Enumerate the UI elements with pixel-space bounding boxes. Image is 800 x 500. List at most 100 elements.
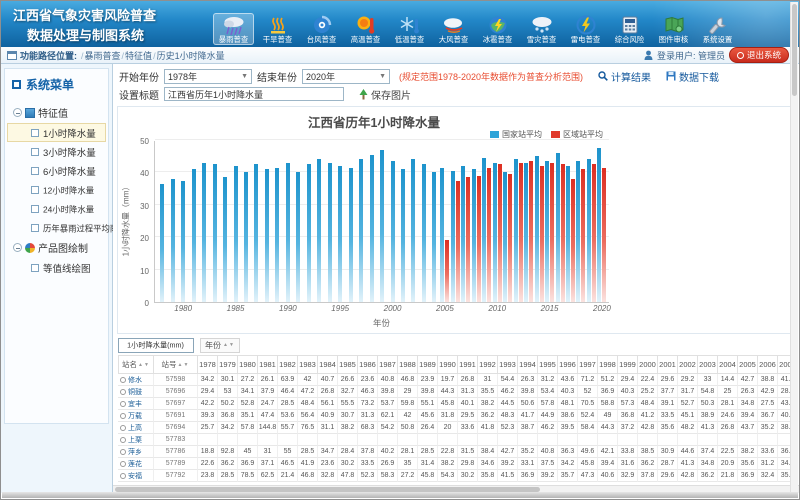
logout-button[interactable]: 退出系统	[729, 47, 789, 63]
table-cell: 23.8	[198, 470, 218, 482]
nav-item-snow[interactable]: 雪灾普查	[521, 13, 562, 45]
sidebar-item-0-0[interactable]: 1小时降水量	[7, 123, 106, 142]
nav-item-hail[interactable]: 冰雹普查	[477, 13, 518, 45]
bar-group	[534, 141, 544, 302]
calculate-button[interactable]: 计算结果	[598, 69, 651, 84]
table-cell: 38.9	[698, 410, 718, 422]
sidebar-item-0-1[interactable]: 3小时降水量	[7, 142, 106, 161]
year-header[interactable]: 2006	[758, 355, 778, 374]
table-row-station[interactable]: 萍乡	[118, 446, 154, 458]
bar-group	[209, 141, 219, 302]
station-id-header[interactable]: 站号▲▼	[154, 355, 198, 374]
expander-icon[interactable]	[13, 243, 22, 252]
nav-item-low-temp[interactable]: 低温普查	[389, 13, 430, 45]
table-row-station[interactable]: 铜鼓	[118, 386, 154, 398]
chart-title-input[interactable]	[164, 87, 344, 101]
nav-item-risk[interactable]: 综合风险	[609, 13, 650, 45]
page-v-scrollbar[interactable]	[790, 2, 798, 492]
radio-icon[interactable]	[120, 413, 126, 419]
table-row-station[interactable]: 修水	[118, 374, 154, 386]
table-row-station[interactable]: 万载	[118, 410, 154, 422]
year-header[interactable]: 1985	[338, 355, 358, 374]
nav-item-drought[interactable]: 干旱普查	[257, 13, 298, 45]
year-header[interactable]: 2000	[638, 355, 658, 374]
year-header[interactable]: 1995	[538, 355, 558, 374]
nav-item-high-temp[interactable]: 高温普查	[345, 13, 386, 45]
sidebar-item-0-2[interactable]: 6小时降水量	[7, 161, 106, 180]
table-cell: 54.8	[698, 386, 718, 398]
table-cell: 46.2	[498, 386, 518, 398]
year-header[interactable]: 1992	[478, 355, 498, 374]
sidebar-item-0-5[interactable]: 历年暴雨过程平均雨量	[7, 218, 106, 237]
year-header[interactable]: 2002	[678, 355, 698, 374]
year-header[interactable]: 1987	[378, 355, 398, 374]
unit-button[interactable]: 1小时降水量(mm)	[118, 338, 194, 353]
table-row-station[interactable]: 上高	[118, 422, 154, 434]
year-header[interactable]: 1989	[418, 355, 438, 374]
table-row-station[interactable]: 安福	[118, 470, 154, 482]
year-header[interactable]: 1994	[518, 355, 538, 374]
year-header[interactable]: 2004	[718, 355, 738, 374]
year-header[interactable]: 2001	[658, 355, 678, 374]
sidebar-item-1-0[interactable]: 等值线绘图	[7, 258, 106, 277]
year-header[interactable]: 1997	[578, 355, 598, 374]
table-cell: 62.5	[258, 470, 278, 482]
year-header[interactable]: 1990	[438, 355, 458, 374]
radio-icon[interactable]	[120, 389, 126, 395]
year-header[interactable]: 1991	[458, 355, 478, 374]
save-image-button[interactable]: 保存图片	[359, 87, 411, 102]
radio-icon[interactable]	[120, 425, 126, 431]
bar-national	[380, 150, 384, 302]
expander-icon[interactable]	[13, 108, 22, 117]
year-sort-header[interactable]: 年份▲▼	[200, 338, 240, 353]
sidebar-item-0-3[interactable]: 12小时降水量	[7, 180, 106, 199]
table-cell: 54.4	[498, 374, 518, 386]
breadcrumb-item[interactable]: 特征值	[125, 51, 152, 61]
nav-item-review[interactable]: 图件审核	[653, 13, 694, 45]
year-header[interactable]: 1999	[618, 355, 638, 374]
radio-icon[interactable]	[120, 401, 126, 407]
year-header[interactable]: 2003	[698, 355, 718, 374]
nav-item-rainstorm[interactable]: 暴雨普查	[213, 13, 254, 45]
download-button[interactable]: 数据下载	[666, 69, 719, 84]
table-row-station[interactable]: 宜丰	[118, 398, 154, 410]
tree-group-1[interactable]: 产品图绘制	[7, 237, 106, 258]
station-name-header[interactable]: 站名▲▼	[118, 355, 154, 374]
table-row-station[interactable]: 上栗	[118, 434, 154, 446]
tree-group-0[interactable]: 特征值	[7, 102, 106, 123]
table-cell: 62.1	[378, 410, 398, 422]
nav-item-typhoon[interactable]: 台风普查	[301, 13, 342, 45]
start-year-select[interactable]: 1978年▼	[164, 69, 252, 84]
breadcrumb-item[interactable]: 暴雨普查	[85, 51, 121, 61]
year-header[interactable]: 1993	[498, 355, 518, 374]
nav-item-lightning[interactable]: 雷电普查	[565, 13, 606, 45]
table-cell: 30.1	[218, 374, 238, 386]
year-header[interactable]: 1982	[278, 355, 298, 374]
nav-item-settings[interactable]: 系统设置	[697, 13, 738, 45]
radio-icon[interactable]	[120, 377, 126, 383]
year-header[interactable]: 1988	[398, 355, 418, 374]
breadcrumb-item[interactable]: 历史1小时降水量	[157, 51, 225, 61]
table-cell	[498, 434, 518, 446]
sidebar-item-0-4[interactable]: 24小时降水量	[7, 199, 106, 218]
year-header[interactable]: 1986	[358, 355, 378, 374]
year-header[interactable]: 2005	[738, 355, 758, 374]
radio-icon[interactable]	[120, 461, 126, 467]
radio-icon[interactable]	[120, 449, 126, 455]
year-header[interactable]: 1984	[318, 355, 338, 374]
year-header[interactable]: 1983	[298, 355, 318, 374]
year-header[interactable]: 1980	[238, 355, 258, 374]
year-header[interactable]: 1979	[218, 355, 238, 374]
year-header[interactable]: 1978	[198, 355, 218, 374]
end-year-select[interactable]: 2020年▼	[302, 69, 390, 84]
year-header[interactable]: 1996	[558, 355, 578, 374]
v-scrollbar-thumb[interactable]	[792, 4, 797, 96]
radio-icon[interactable]	[120, 473, 126, 479]
nav-item-wind[interactable]: 大风普查	[433, 13, 474, 45]
year-header[interactable]: 1981	[258, 355, 278, 374]
year-header[interactable]: 1998	[598, 355, 618, 374]
radio-icon[interactable]	[120, 437, 126, 443]
table-cell: 21.4	[278, 470, 298, 482]
table-row-station[interactable]: 莲花	[118, 458, 154, 470]
y-tick-label: 50	[123, 137, 149, 146]
